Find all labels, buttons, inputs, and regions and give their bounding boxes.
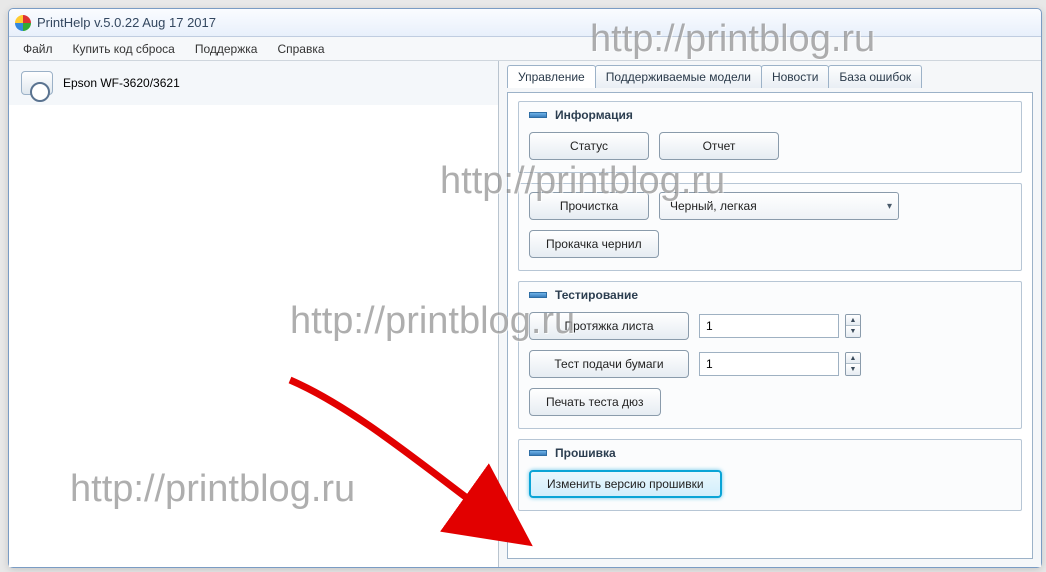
group-header-firmware[interactable]: Прошивка xyxy=(519,440,1021,462)
sheet-count-input[interactable] xyxy=(699,314,839,338)
spinner-up-icon[interactable]: ▲ xyxy=(846,353,860,364)
menu-support[interactable]: Поддержка xyxy=(185,40,268,58)
window-title: PrintHelp v.5.0.22 Aug 17 2017 xyxy=(37,15,216,30)
change-firmware-button[interactable]: Изменить версию прошивки xyxy=(529,470,722,498)
group-information: Информация Статус Отчет xyxy=(518,101,1022,173)
clean-mode-value: Черный, легкая xyxy=(670,199,757,213)
printer-name: Epson WF-3620/3621 xyxy=(63,76,180,90)
menu-file[interactable]: Файл xyxy=(13,40,63,58)
sheet-feed-button[interactable]: Протяжка листа xyxy=(529,312,689,340)
tab-error-db[interactable]: База ошибок xyxy=(828,65,922,88)
menubar: Файл Купить код сброса Поддержка Справка xyxy=(9,37,1041,61)
group-title-testing: Тестирование xyxy=(555,288,638,302)
spinner-down-icon[interactable]: ▼ xyxy=(846,326,860,337)
tab-strip: Управление Поддерживаемые модели Новости… xyxy=(507,65,1033,88)
right-pane: Управление Поддерживаемые модели Новости… xyxy=(499,61,1041,567)
feed-count-spinner[interactable]: ▲ ▼ xyxy=(845,352,861,376)
spinner-up-icon[interactable]: ▲ xyxy=(846,315,860,326)
tab-body: Информация Статус Отчет Прочистка Черный… xyxy=(507,92,1033,559)
printer-icon xyxy=(21,71,53,95)
spinner-down-icon[interactable]: ▼ xyxy=(846,364,860,375)
titlebar[interactable]: PrintHelp v.5.0.22 Aug 17 2017 xyxy=(9,9,1041,37)
clean-mode-select[interactable]: Черный, легкая xyxy=(659,192,899,220)
menu-help[interactable]: Справка xyxy=(267,40,334,58)
group-testing: Тестирование Протяжка листа ▲ ▼ xyxy=(518,281,1022,429)
group-header-information[interactable]: Информация xyxy=(519,102,1021,124)
group-firmware: Прошивка Изменить версию прошивки xyxy=(518,439,1022,511)
group-header-testing[interactable]: Тестирование xyxy=(519,282,1021,304)
content-area: Epson WF-3620/3621 Управление Поддержива… xyxy=(9,61,1041,567)
app-icon xyxy=(15,15,31,31)
tab-manage[interactable]: Управление xyxy=(507,65,596,88)
nozzle-test-button[interactable]: Печать теста дюз xyxy=(529,388,661,416)
status-button[interactable]: Статус xyxy=(529,132,649,160)
group-cleaning: Прочистка Черный, легкая Прокачка чернил xyxy=(518,183,1022,271)
feed-count-input[interactable] xyxy=(699,352,839,376)
printer-list-pane: Epson WF-3620/3621 xyxy=(9,61,499,567)
paper-feed-test-button[interactable]: Тест подачи бумаги xyxy=(529,350,689,378)
tab-supported-models[interactable]: Поддерживаемые модели xyxy=(595,65,762,88)
clean-button[interactable]: Прочистка xyxy=(529,192,649,220)
collapse-icon xyxy=(529,292,547,298)
group-title-information: Информация xyxy=(555,108,633,122)
printer-row[interactable]: Epson WF-3620/3621 xyxy=(9,61,498,105)
tab-news[interactable]: Новости xyxy=(761,65,829,88)
report-button[interactable]: Отчет xyxy=(659,132,779,160)
collapse-icon xyxy=(529,112,547,118)
sheet-count-spinner[interactable]: ▲ ▼ xyxy=(845,314,861,338)
collapse-icon xyxy=(529,450,547,456)
app-window: PrintHelp v.5.0.22 Aug 17 2017 Файл Купи… xyxy=(8,8,1042,568)
menu-buy-reset-code[interactable]: Купить код сброса xyxy=(63,40,185,58)
group-title-firmware: Прошивка xyxy=(555,446,616,460)
ink-pump-button[interactable]: Прокачка чернил xyxy=(529,230,659,258)
